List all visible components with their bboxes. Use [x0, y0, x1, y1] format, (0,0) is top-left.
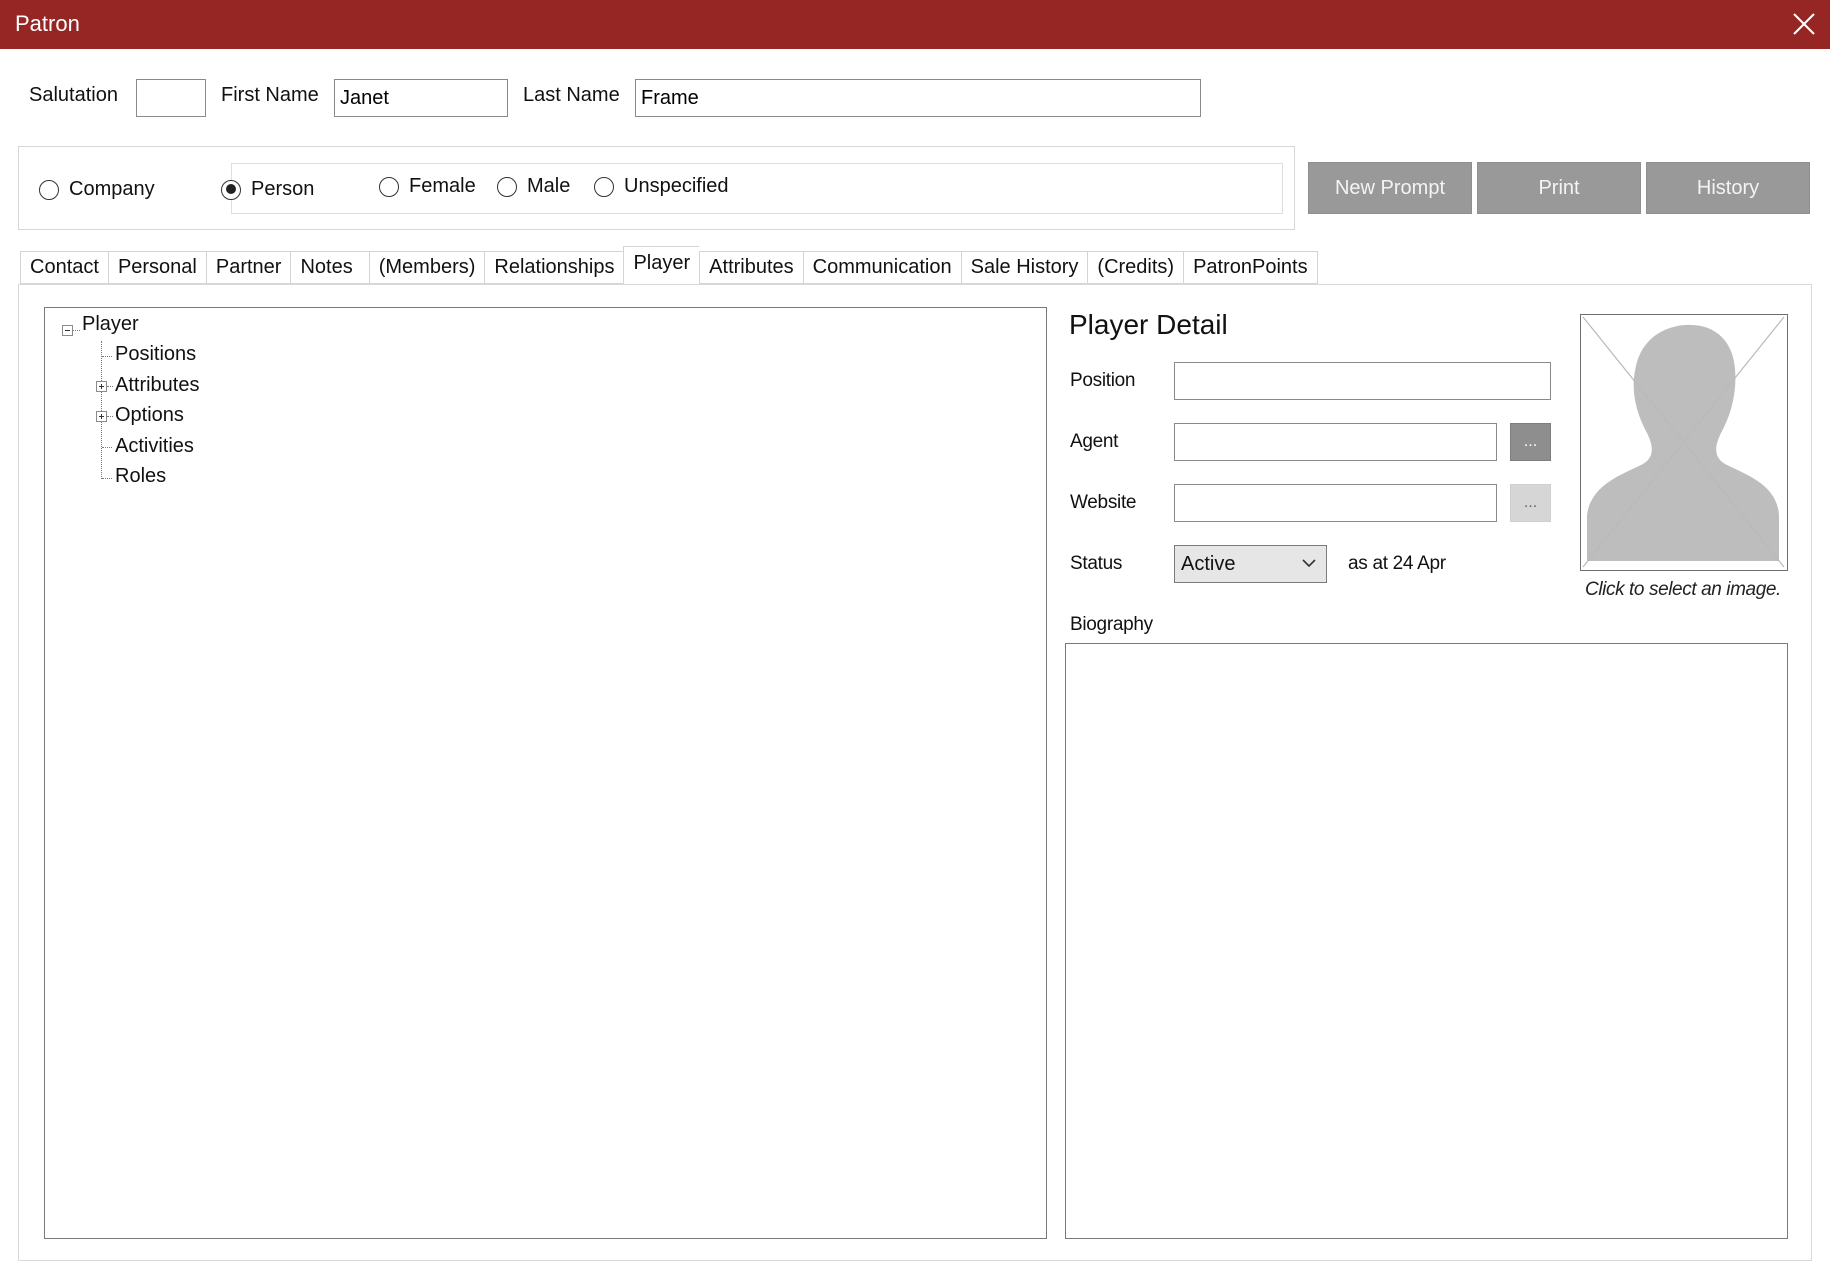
biography-label: Biography — [1070, 614, 1153, 635]
person-silhouette-icon — [1582, 316, 1785, 568]
status-label: Status — [1070, 553, 1123, 574]
position-label: Position — [1070, 370, 1136, 391]
person-radio[interactable] — [221, 179, 241, 200]
player-photo[interactable] — [1580, 314, 1788, 571]
history-button[interactable]: History — [1646, 162, 1810, 214]
biography-field[interactable] — [1065, 643, 1788, 1239]
company-label: Company — [69, 178, 155, 200]
player-detail-title: Player Detail — [1069, 309, 1228, 340]
male-radio-option[interactable]: Male — [497, 175, 570, 198]
tab-sale-history[interactable]: Sale History — [960, 251, 1088, 284]
status-value: Active — [1181, 553, 1236, 575]
agent-browse-button[interactable]: ... — [1510, 423, 1551, 461]
tab-strip: Contact Personal Partner Notes (Members)… — [20, 246, 1318, 284]
tree-node-roles[interactable]: Roles — [115, 465, 166, 488]
minus-box-icon[interactable] — [62, 325, 73, 336]
agent-label: Agent — [1070, 431, 1119, 452]
last-name-label: Last Name — [523, 84, 620, 106]
salutation-field[interactable] — [136, 79, 206, 117]
print-button[interactable]: Print — [1477, 162, 1641, 214]
tab-personal[interactable]: Personal — [107, 251, 206, 284]
player-tree-view[interactable]: Player Positions Attributes Options Acti… — [44, 307, 1047, 1239]
tab-attributes[interactable]: Attributes — [699, 251, 803, 284]
tab-credits[interactable]: (Credits) — [1087, 251, 1184, 284]
female-radio[interactable] — [379, 176, 399, 197]
tab-patron-points[interactable]: PatronPoints — [1183, 251, 1318, 284]
tree-node-positions[interactable]: Positions — [115, 343, 196, 366]
status-dropdown[interactable]: Active — [1174, 545, 1327, 583]
plus-box-icon[interactable] — [96, 411, 107, 422]
tab-relationships[interactable]: Relationships — [484, 251, 624, 284]
chevron-down-icon — [1302, 559, 1316, 568]
position-field[interactable] — [1174, 362, 1551, 400]
tree-node-player[interactable]: Player — [82, 313, 139, 336]
person-radio-option[interactable]: Person — [221, 178, 314, 201]
tab-player[interactable]: Player — [623, 246, 700, 284]
tab-partner[interactable]: Partner — [205, 251, 291, 284]
unspecified-radio[interactable] — [594, 176, 614, 197]
male-label: Male — [527, 175, 571, 197]
status-date-text: as at 24 Apr — [1348, 553, 1446, 574]
male-radio[interactable] — [497, 176, 517, 197]
photo-caption: Click to select an image. — [1585, 579, 1781, 600]
salutation-label: Salutation — [29, 84, 118, 106]
last-name-field[interactable] — [635, 79, 1201, 117]
female-radio-option[interactable]: Female — [379, 175, 476, 198]
new-prompt-button[interactable]: New Prompt — [1308, 162, 1472, 214]
person-label: Person — [251, 178, 315, 200]
company-radio[interactable] — [39, 179, 59, 200]
website-browse-button[interactable]: ... — [1510, 484, 1551, 522]
agent-field[interactable] — [1174, 423, 1497, 461]
tree-node-options[interactable]: Options — [115, 404, 184, 427]
plus-box-icon[interactable] — [96, 381, 107, 392]
tree-node-attributes[interactable]: Attributes — [115, 374, 199, 397]
tab-communication[interactable]: Communication — [802, 251, 961, 284]
window-title: Patron — [15, 11, 80, 36]
tab-notes[interactable]: Notes — [290, 251, 369, 284]
first-name-label: First Name — [221, 84, 319, 106]
website-label: Website — [1070, 492, 1137, 513]
company-radio-option[interactable]: Company — [39, 178, 155, 201]
tree-node-activities[interactable]: Activities — [115, 435, 194, 458]
tab-contact[interactable]: Contact — [20, 251, 108, 284]
female-label: Female — [409, 175, 476, 197]
title-bar — [0, 0, 1830, 49]
unspecified-radio-option[interactable]: Unspecified — [594, 175, 729, 198]
tab-members[interactable]: (Members) — [368, 251, 485, 284]
website-field[interactable] — [1174, 484, 1497, 522]
first-name-field[interactable] — [334, 79, 508, 117]
close-icon[interactable] — [1790, 10, 1818, 38]
unspecified-label: Unspecified — [624, 175, 729, 197]
